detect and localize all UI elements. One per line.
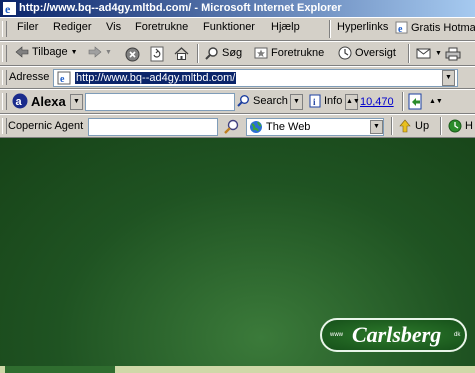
alexa-search-input[interactable]	[85, 93, 235, 111]
toolbar-separator	[402, 92, 404, 111]
mail-button[interactable]: ▼	[416, 46, 442, 60]
window-title: http://www.bq--ad4gy.mltbd.com/ - Micros…	[19, 2, 342, 14]
magnifier-icon[interactable]	[223, 119, 239, 135]
search-button[interactable]: Søg	[205, 46, 242, 60]
related-links-dropdown-icon[interactable]: ▲▼	[429, 98, 443, 105]
links-label[interactable]: Hyperlinks	[337, 21, 388, 33]
toolbar-grip[interactable]	[2, 70, 7, 85]
copernic-scope-select[interactable]: The Web ▼	[246, 118, 384, 136]
menu-favorites[interactable]: Foretrukne	[135, 21, 188, 33]
history-button[interactable]: Oversigt	[338, 46, 396, 60]
forward-button[interactable]: ▼	[88, 46, 112, 58]
info-button[interactable]: i Info	[309, 94, 342, 108]
mail-icon	[416, 48, 431, 59]
hotmail-label: Gratis Hotmail	[411, 21, 475, 34]
address-dropdown-icon[interactable]: ▼	[442, 70, 455, 86]
traffic-rank-link[interactable]: 10,470	[360, 96, 394, 108]
home-icon[interactable]	[174, 46, 189, 61]
search-label: Søg	[222, 47, 243, 59]
search-icon	[237, 95, 249, 107]
menu-separator	[329, 20, 331, 38]
up-arrow-icon	[399, 119, 411, 133]
alexa-toolbar: a Alexa ▼ Search ▼ i Info ▲▼ 10,470 ▲▼	[0, 89, 475, 114]
info-dropdown-icon[interactable]: ▲▼	[345, 94, 360, 110]
menu-help[interactable]: Hjælp	[271, 21, 300, 33]
title-bar: e http://www.bq--ad4gy.mltbd.com/ - Micr…	[0, 0, 475, 17]
address-label: Adresse	[9, 71, 50, 83]
logo-text: Carlsberg	[352, 322, 442, 347]
back-arrow-icon	[15, 46, 29, 58]
back-dropdown-icon[interactable]: ▼	[71, 49, 78, 56]
search-dropdown-icon[interactable]: ▼	[290, 94, 303, 110]
forward-arrow-icon	[88, 46, 102, 58]
history-icon	[448, 119, 462, 133]
alexa-logo-icon: a	[12, 93, 28, 109]
toolbar-separator	[391, 117, 393, 135]
globe-icon	[250, 121, 262, 133]
toolbar-grip[interactable]	[2, 45, 7, 62]
copernic-up-button[interactable]: Up	[398, 119, 429, 133]
copernic-next-label: H	[465, 120, 473, 132]
menu-tools[interactable]: Funktioner	[203, 21, 255, 33]
forward-dropdown-icon[interactable]: ▼	[105, 49, 112, 56]
copernic-next-button[interactable]: H	[448, 119, 473, 133]
alexa-button[interactable]: a Alexa	[12, 93, 66, 109]
toolbar-separator	[440, 117, 442, 135]
search-icon	[205, 47, 218, 60]
toolbar-separator	[408, 44, 410, 63]
alexa-dropdown-icon[interactable]: ▼	[70, 94, 83, 110]
svg-text:e: e	[5, 2, 11, 15]
related-links-button[interactable]: ▲▼	[408, 93, 443, 110]
favorites-button[interactable]: Foretrukne	[254, 46, 324, 60]
address-bar: Adresse e http://www.bq--ad4gy.mltbd.com…	[0, 66, 475, 89]
copernic-scope-value: The Web	[266, 121, 311, 133]
address-field[interactable]: e http://www.bq--ad4gy.mltbd.com/	[53, 69, 458, 87]
related-links-icon	[408, 93, 422, 110]
favorites-icon	[254, 47, 268, 59]
logo-dk: dk	[454, 332, 461, 338]
menu-view[interactable]: Vis	[106, 21, 121, 33]
alexa-search-label: Search	[253, 94, 288, 107]
menu-edit[interactable]: Rediger	[53, 21, 92, 33]
info-icon: i	[309, 94, 321, 108]
alexa-brand: Alexa	[31, 93, 66, 109]
carlsberg-logo[interactable]: www Carlsberg dk	[320, 318, 467, 352]
copernic-search-input[interactable]	[88, 118, 218, 136]
logo-www: www	[330, 332, 343, 338]
favorites-label: Foretrukne	[271, 47, 325, 59]
copernic-up-label: Up	[415, 120, 430, 132]
toolbar-grip[interactable]	[2, 118, 7, 134]
back-label: Tilbage	[32, 46, 68, 58]
toolbar-grip[interactable]	[2, 93, 7, 110]
scope-dropdown-icon[interactable]: ▼	[370, 120, 383, 134]
refresh-icon[interactable]	[150, 46, 164, 62]
history-label: Oversigt	[355, 47, 396, 59]
address-input[interactable]: http://www.bq--ad4gy.mltbd.com/	[75, 72, 237, 84]
standard-toolbar: Tilbage ▼ ▼ Søg Foretrukne Oversigt ▼	[0, 41, 475, 66]
copernic-toolbar: Copernic Agent The Web ▼ Up H	[0, 114, 475, 138]
ie-logo-icon: e	[3, 2, 16, 15]
back-button[interactable]: Tilbage ▼	[15, 46, 78, 58]
ie-page-icon: e	[395, 21, 408, 34]
copernic-label: Copernic Agent	[8, 120, 84, 132]
toolbar-grip[interactable]	[2, 21, 7, 37]
svg-text:e: e	[60, 74, 65, 85]
page-icon: e	[57, 71, 71, 85]
svg-text:a: a	[16, 96, 23, 108]
print-icon[interactable]	[445, 47, 461, 61]
menu-bar: Filer Rediger Vis Foretrukne Funktioner …	[0, 17, 475, 41]
history-icon	[338, 46, 352, 60]
page-bottom-tab	[5, 366, 115, 373]
stop-icon[interactable]	[125, 47, 140, 62]
svg-text:e: e	[398, 24, 403, 34]
menu-file[interactable]: Filer	[17, 21, 38, 33]
toolbar-separator	[197, 44, 199, 63]
info-label: Info	[324, 95, 343, 107]
alexa-search-button[interactable]: Search	[237, 94, 288, 107]
mail-dropdown-icon[interactable]: ▼	[435, 50, 442, 57]
hotmail-link[interactable]: e Gratis Hotmail	[395, 21, 475, 34]
